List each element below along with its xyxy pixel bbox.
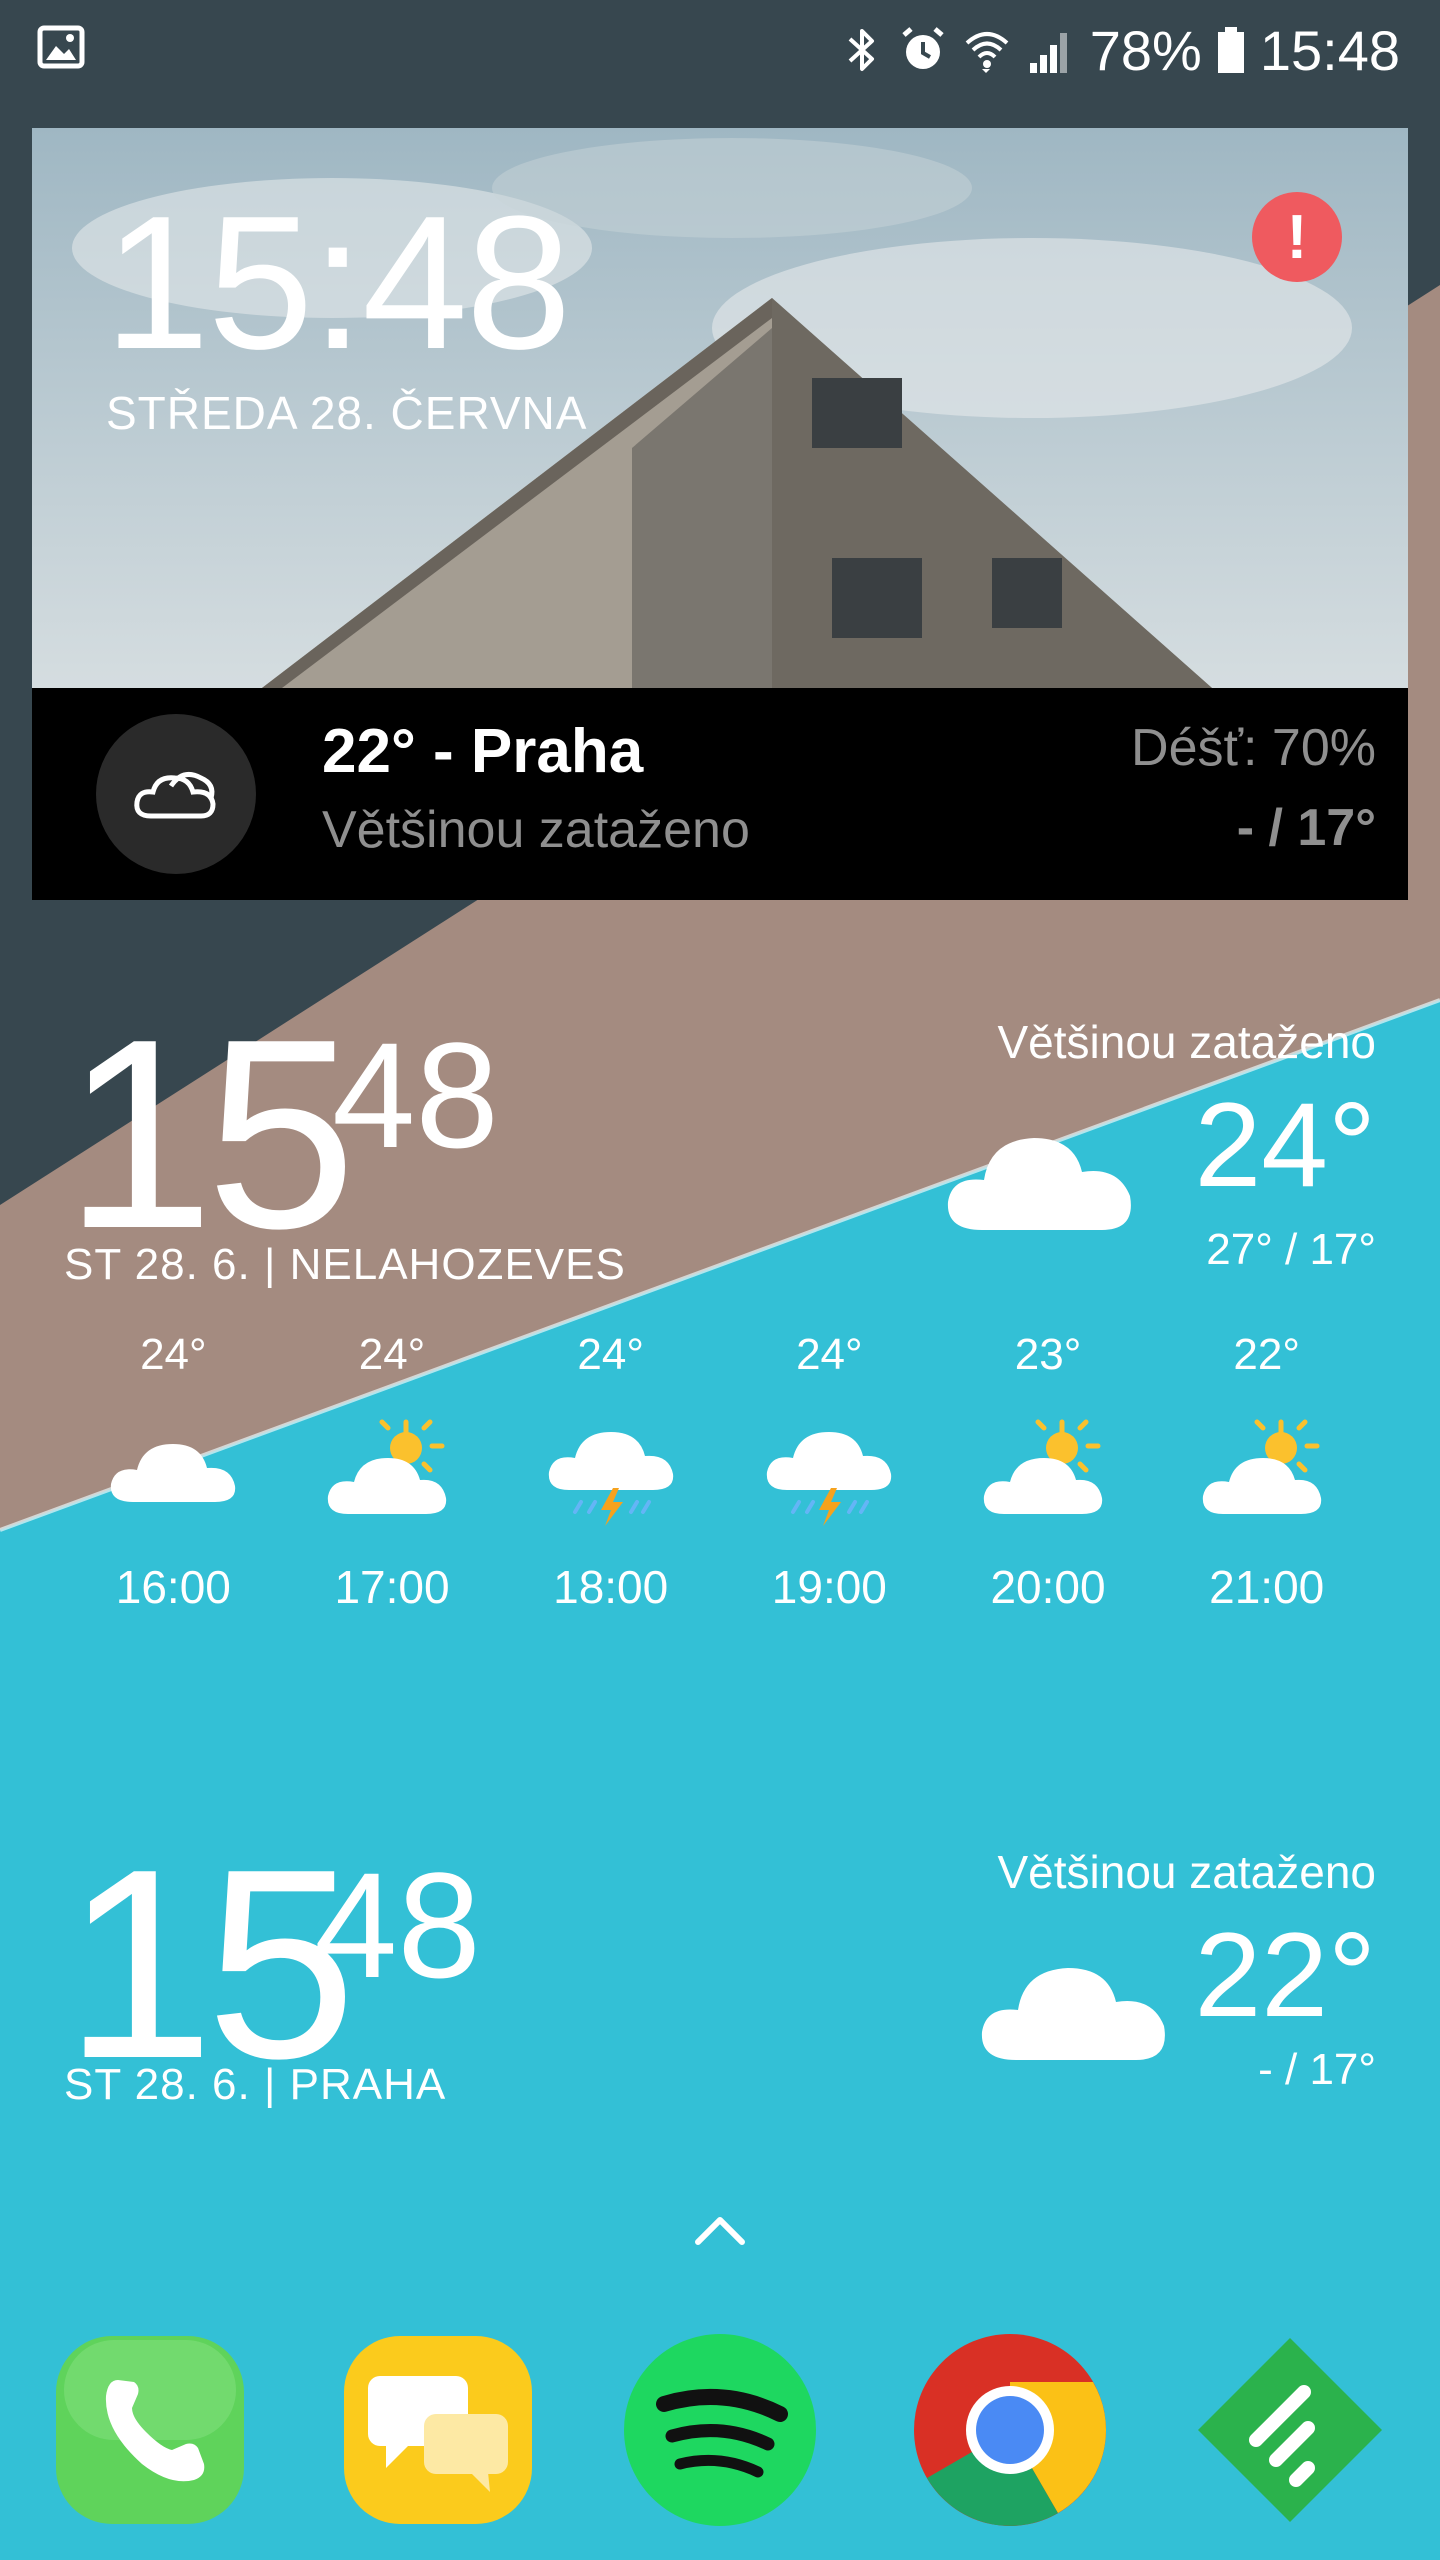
- widget-date: STŘEDA 28. ČERVNA: [106, 387, 588, 439]
- hourly-item: 24° 16:00: [64, 1330, 283, 1640]
- partly-sunny-icon: [1202, 1419, 1321, 1514]
- hourly-temp: 24°: [796, 1330, 863, 1379]
- clock-widget-nelahozeves[interactable]: 15 48 ST 28. 6. | NELAHOZEVES: [64, 1000, 764, 1320]
- hourly-time: 16:00: [115, 1561, 231, 1613]
- status-clock: 15:48: [1259, 18, 1400, 82]
- hourly-time: 20:00: [990, 1561, 1106, 1613]
- status-bar: 78% 15:48: [0, 0, 1440, 100]
- hourly-item: 22° 21:00: [1157, 1330, 1376, 1640]
- feedly-app-icon[interactable]: [1190, 2330, 1390, 2530]
- alarm-icon: [902, 27, 944, 69]
- home-screen: 78% 15:48 15:48 STŘEDA 28. ČERVNA ! 22° …: [0, 0, 1440, 2560]
- phone-app-icon[interactable]: [50, 2330, 250, 2530]
- hourly-time: 18:00: [553, 1561, 669, 1613]
- hourly-temp: 24°: [140, 1330, 207, 1379]
- clock-date-location: ST 28. 6. | NELAHOZEVES: [64, 1240, 626, 1289]
- spotify-app-icon[interactable]: [620, 2330, 820, 2530]
- current-condition: Většinou zataženo: [322, 801, 750, 859]
- clock-minute: 48: [332, 1011, 499, 1179]
- wifi-icon: [965, 32, 1009, 73]
- cloud-icon: [947, 1138, 1131, 1230]
- current-temp-city: 22° - Praha: [322, 717, 644, 786]
- weather-temp: 22°: [1194, 1908, 1376, 2042]
- chrome-app-icon[interactable]: [910, 2330, 1110, 2530]
- cloud-icon: [111, 1444, 236, 1502]
- rain-chance: Déšť: 70%: [1131, 719, 1376, 777]
- hourly-item: 24° 19:00: [720, 1330, 939, 1640]
- cloud-icon: [96, 714, 256, 874]
- hourly-temp: 23°: [1014, 1330, 1082, 1379]
- thunderstorm-icon: [767, 1432, 892, 1526]
- partly-sunny-icon: [983, 1419, 1103, 1514]
- high-low: - / 17°: [1236, 799, 1376, 857]
- hourly-item: 23° 20:00: [939, 1330, 1158, 1640]
- signal-icon: [1029, 33, 1067, 73]
- hourly-temp: 24°: [577, 1330, 644, 1379]
- weather-condition: Většinou zataženo: [997, 1016, 1377, 1068]
- bluetooth-icon: [848, 29, 874, 71]
- widget-time: 15:48: [104, 177, 571, 389]
- hourly-time: 17:00: [334, 1561, 450, 1613]
- thunderstorm-icon: [548, 1432, 673, 1526]
- cloud-icon: [981, 1968, 1165, 2060]
- app-dock: [0, 2320, 1440, 2540]
- alert-badge[interactable]: !: [1252, 192, 1342, 282]
- hourly-forecast[interactable]: 24° 16:00 24° 17:00 24° 18:00 24° 19:00 …: [64, 1330, 1376, 1640]
- partly-sunny-icon: [327, 1419, 447, 1514]
- clock-widget-praha[interactable]: 15 48 ST 28. 6. | PRAHA: [64, 1830, 764, 2130]
- clock-minute: 48: [314, 1841, 481, 2009]
- clock-hour: 15: [64, 984, 356, 1285]
- battery-icon: [1217, 27, 1244, 73]
- weather-info-bar: 22° - Praha Většinou zataženo Déšť: 70% …: [32, 688, 1408, 900]
- hourly-item: 24° 18:00: [501, 1330, 720, 1640]
- messages-app-icon[interactable]: [338, 2330, 538, 2530]
- photo-weather-widget[interactable]: 15:48 STŘEDA 28. ČERVNA ! 22° - Praha Vě…: [32, 128, 1408, 900]
- app-drawer-chevron-icon[interactable]: [690, 2210, 750, 2250]
- weather-high-low: 27° / 17°: [1206, 1225, 1376, 1274]
- weather-condition: Většinou zataženo: [997, 1846, 1377, 1898]
- clock-date-location: ST 28. 6. | PRAHA: [64, 2060, 447, 2109]
- hourly-temp: 24°: [358, 1330, 426, 1379]
- hourly-time: 21:00: [1209, 1561, 1325, 1613]
- hourly-time: 19:00: [771, 1561, 887, 1613]
- battery-percent: 78%: [1089, 18, 1202, 82]
- weather-high-low: - / 17°: [1258, 2045, 1376, 2094]
- gallery-notification-icon[interactable]: [36, 22, 86, 72]
- weather-temp: 24°: [1194, 1078, 1376, 1212]
- hourly-temp: 22°: [1233, 1330, 1300, 1379]
- hourly-item: 24° 17:00: [283, 1330, 502, 1640]
